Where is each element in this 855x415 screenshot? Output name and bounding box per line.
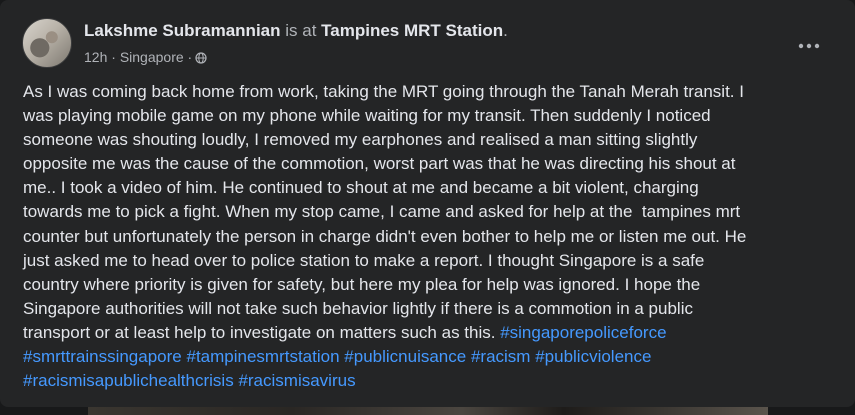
post-line: transport or at least help to investigat… (23, 322, 501, 342)
post-line: Singapore authorities will not take such… (23, 298, 693, 318)
avatar[interactable] (22, 18, 72, 68)
post-line: just asked me to head over to police sta… (23, 250, 705, 270)
post-header: Lakshme Subramannian is at Tampines MRT … (22, 18, 835, 74)
hashtag-link[interactable]: #singaporepoliceforce (500, 323, 666, 342)
post-meta: 12h · Singapore · (84, 49, 207, 65)
separator: · (187, 49, 193, 65)
hashtag-link[interactable]: #racism (471, 347, 531, 366)
post-body: As I was coming back home from work, tak… (23, 80, 835, 393)
connector-text: is at (285, 21, 317, 40)
more-options-icon[interactable] (791, 28, 827, 64)
period-text: . (503, 21, 508, 40)
place-text: Singapore (119, 49, 184, 65)
hashtag-link[interactable]: #tampinesmrtstation (186, 347, 339, 366)
post-line: country where priority is given for safe… (23, 274, 701, 294)
post-line: towards me to pick a fight. When my stop… (23, 202, 741, 222)
post-media-preview[interactable] (88, 407, 768, 415)
post-author-line: Lakshme Subramannian is at Tampines MRT … (84, 21, 508, 41)
hashtag-link[interactable]: #publicnuisance (344, 347, 466, 366)
post-line: was playing mobile game on my phone whil… (23, 106, 711, 126)
post-line: me.. I took a video of him. He continued… (23, 178, 699, 198)
timestamp-link[interactable]: 12h (84, 49, 107, 65)
hashtag-link[interactable]: #publicviolence (535, 347, 651, 366)
post-line: counter but unfortunately the person in … (23, 226, 747, 246)
hashtag-link[interactable]: #racismisavirus (238, 371, 355, 390)
location-link[interactable]: Tampines MRT Station (321, 21, 503, 40)
post-line: someone was shouting loudly, I removed m… (23, 130, 698, 150)
author-name[interactable]: Lakshme Subramannian (84, 21, 281, 40)
hashtag-link[interactable]: #racismisapublichealthcrisis (23, 371, 234, 390)
post-card: Lakshme Subramannian is at Tampines MRT … (0, 0, 855, 407)
hashtag-link[interactable]: #smrttrainssingapore (23, 347, 182, 366)
post-line: opposite me was the cause of the commoti… (23, 154, 736, 174)
globe-icon[interactable] (195, 51, 207, 64)
post-line: As I was coming back home from work, tak… (23, 82, 744, 101)
